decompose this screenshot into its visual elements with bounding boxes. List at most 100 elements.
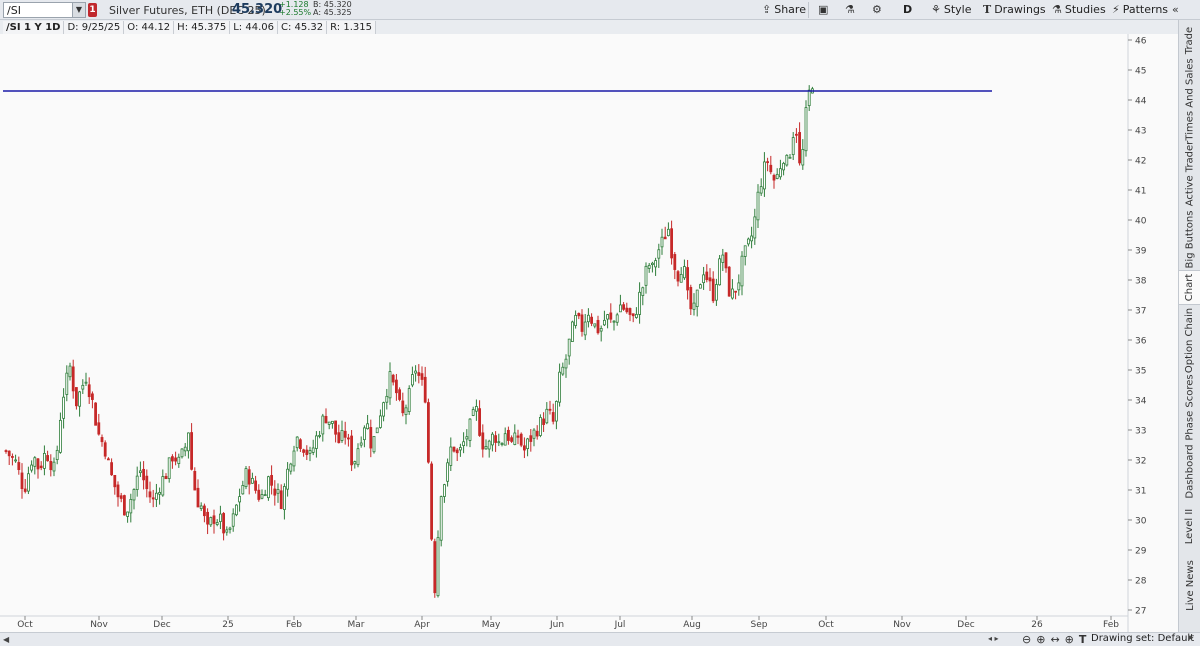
y-tick-label: 30 xyxy=(1135,517,1147,527)
y-tick-label: 33 xyxy=(1135,427,1146,437)
candle-body xyxy=(596,319,600,334)
price-chart[interactable]: 27 28 29 30 31 32 33 34 35 36 37 38 39 40 41 42 43 44 45 46… xyxy=(0,34,1178,632)
candle-body xyxy=(692,302,696,310)
flask-button[interactable]: ⚗ xyxy=(845,3,855,16)
candle-body xyxy=(321,415,325,435)
y-tick-label: 28 xyxy=(1135,577,1147,587)
studies-button[interactable]: ⚗ Studies xyxy=(1052,3,1106,16)
candle-body xyxy=(362,427,366,441)
x-tick-label: Jul xyxy=(614,620,626,630)
y-tick-label: 31 xyxy=(1135,487,1146,497)
sidebar-tab-big-buttons[interactable]: Big Buttons xyxy=(1179,208,1200,270)
candle-body xyxy=(343,430,347,438)
symbol-dropdown-icon[interactable]: ▼ xyxy=(72,3,85,17)
sidebar-tab-dashboard[interactable]: Dashboard xyxy=(1179,440,1200,502)
text-icon[interactable]: T xyxy=(1079,633,1087,646)
style-button[interactable]: ⚘ Style xyxy=(931,3,972,16)
drawings-button[interactable]: T Drawings xyxy=(983,3,1046,16)
candle-body xyxy=(65,372,69,395)
x-tick-label: Dec xyxy=(153,620,170,630)
candle-body xyxy=(529,435,533,442)
zoom-out-icon[interactable]: ⊖ xyxy=(1022,633,1031,646)
candle-body xyxy=(68,365,72,378)
candle-body xyxy=(119,495,123,499)
candle-body xyxy=(206,511,210,525)
sidebar-tab-live-news[interactable]: Live News xyxy=(1179,550,1200,620)
candle-body xyxy=(94,402,97,426)
settings-button[interactable]: ⚙ xyxy=(872,3,882,16)
alert-badge[interactable]: 1 xyxy=(88,3,97,17)
y-tick-label: 35 xyxy=(1135,367,1146,377)
candle-body xyxy=(263,494,267,497)
candle-body xyxy=(366,423,370,430)
sidebar-tab-times-and-sales[interactable]: Times And Sales xyxy=(1179,58,1200,140)
candle-body xyxy=(180,448,184,458)
sidebar-tab-trade[interactable]: Trade xyxy=(1179,20,1200,60)
candle-body xyxy=(59,419,62,453)
sidebar-tab-level-ii[interactable]: Level II xyxy=(1179,502,1200,550)
candle-body xyxy=(46,455,49,462)
candle-body xyxy=(311,447,315,453)
candle-body xyxy=(107,458,110,461)
candle-body xyxy=(718,258,721,286)
candle-body xyxy=(26,473,30,492)
x-tick-label: 25 xyxy=(222,620,233,630)
candle-body xyxy=(410,374,414,386)
candle-body xyxy=(174,457,178,462)
candle-body xyxy=(465,436,469,440)
timeframe-label: D xyxy=(903,3,913,16)
candle-body xyxy=(641,287,645,296)
sidebar-tab-phase-scores[interactable]: Phase Scores xyxy=(1179,374,1200,440)
candle-body xyxy=(490,433,494,446)
y-tick-label: 40 xyxy=(1135,217,1147,227)
timeframe-button[interactable]: D xyxy=(903,3,912,16)
candle-body xyxy=(199,505,203,510)
candle-body xyxy=(702,274,705,284)
candle-body xyxy=(298,439,302,449)
sidebar-tab-option-chain[interactable]: Option Chain xyxy=(1179,305,1200,375)
candle-body xyxy=(334,420,338,435)
y-tick-label: 44 xyxy=(1135,97,1147,107)
candle-body xyxy=(558,371,561,403)
drawing-set[interactable]: Drawing set: Default xyxy=(1091,633,1194,644)
sidebar-tab-chart[interactable]: Chart xyxy=(1179,270,1200,305)
candle-body xyxy=(548,408,552,411)
zoom-in-icon[interactable]: ⊕ xyxy=(1036,633,1045,646)
price-change: +1.128 +2.55% xyxy=(279,1,311,17)
grid-button[interactable]: ▣ xyxy=(818,3,828,16)
chart-area[interactable]: 27 28 29 30 31 32 33 34 35 36 37 38 39 40 41 42 43 44 45 46… xyxy=(0,34,1178,632)
candle-body xyxy=(212,515,216,524)
horizontal-scrollbar[interactable] xyxy=(14,636,986,643)
symbol-input[interactable]: /SI ▼ xyxy=(3,2,86,18)
candle-body xyxy=(398,389,402,400)
candle-body xyxy=(433,541,437,594)
y-tick-label: 34 xyxy=(1135,397,1147,407)
symbol-value: /SI xyxy=(7,3,21,17)
candle-body xyxy=(721,254,725,263)
candle-body xyxy=(126,511,129,517)
candle-body xyxy=(183,446,187,452)
share-button[interactable]: ⇪ Share xyxy=(762,3,806,16)
candle-body xyxy=(516,435,520,438)
candle-body xyxy=(55,449,59,461)
candle-body xyxy=(84,381,88,384)
x-tick-label: Nov xyxy=(893,620,911,630)
scroll-arrows-icon[interactable]: ◂ ▸ xyxy=(988,634,999,643)
corner-arrow-icon[interactable]: ▸ xyxy=(1189,633,1194,643)
candle-body xyxy=(555,401,558,422)
crosshair-icon[interactable]: ⊕ xyxy=(1065,633,1074,646)
patterns-button[interactable]: ⚡ Patterns xyxy=(1112,3,1168,16)
candle-body xyxy=(603,319,606,326)
candle-body xyxy=(193,470,197,491)
candle-body xyxy=(663,236,667,240)
bar-close: C: 45.32 xyxy=(277,21,328,34)
sidebar-tab-label: Active Trader xyxy=(1184,140,1196,206)
candle-body xyxy=(209,517,213,526)
chart-tools: ⊖ ⊕ ↔ ⊕ T xyxy=(1022,633,1086,646)
pan-icon[interactable]: ↔ xyxy=(1050,633,1059,646)
candle-body xyxy=(651,262,654,265)
collapse-button[interactable]: « xyxy=(1172,3,1179,16)
sidebar-tab-active-trader[interactable]: Active Trader xyxy=(1179,138,1200,208)
candle-body xyxy=(622,304,625,310)
scroll-left-icon[interactable]: ◀ xyxy=(3,635,9,644)
